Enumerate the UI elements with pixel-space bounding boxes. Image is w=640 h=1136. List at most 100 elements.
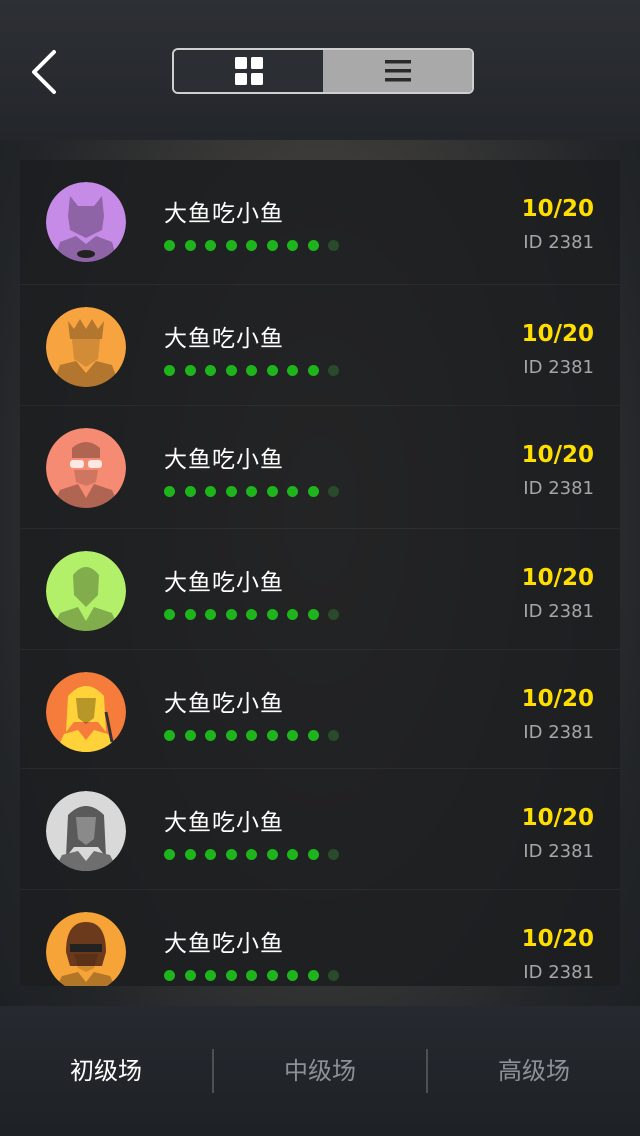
tab-intermediate[interactable]: 中级场 <box>214 1041 426 1101</box>
progress-dot-filled <box>205 849 216 860</box>
list-item[interactable]: 大鱼吃小鱼 10/20 ID 2381 <box>20 890 620 986</box>
progress-dot-filled <box>205 609 216 620</box>
room-id: ID 2381 <box>523 722 594 743</box>
progress-dots <box>164 849 349 860</box>
progress-dots <box>164 730 349 741</box>
player-name: 大鱼吃小鱼 <box>164 691 284 717</box>
progress-dot-filled <box>205 240 216 251</box>
progress-dot-empty <box>328 970 339 981</box>
list-item[interactable]: 大鱼吃小鱼 10/20 ID 2381 <box>20 650 620 769</box>
progress-dot-filled <box>307 730 319 741</box>
list-item[interactable]: 大鱼吃小鱼 10/20 ID 2381 <box>20 285 620 406</box>
progress-dot-filled <box>225 970 237 981</box>
progress-dot-filled <box>225 730 237 741</box>
score: 10/20 <box>521 805 594 831</box>
progress-dot-filled <box>184 849 196 860</box>
progress-dots <box>164 609 349 620</box>
player-name: 大鱼吃小鱼 <box>164 326 284 352</box>
progress-dot-filled <box>307 365 319 376</box>
avatar <box>46 551 126 631</box>
progress-dot-filled <box>287 609 298 620</box>
progress-dot-filled <box>184 609 196 620</box>
progress-dot-empty <box>328 240 339 251</box>
player-list: 大鱼吃小鱼 10/20 ID 2381 大鱼吃小鱼 10/20 ID 2381 大鱼吃小… <box>20 160 620 986</box>
progress-dot-filled <box>205 486 216 497</box>
tab-advanced[interactable]: 高级场 <box>428 1041 640 1101</box>
list-view-button[interactable] <box>323 50 472 92</box>
progress-dot-filled <box>225 486 237 497</box>
top-bar <box>0 0 640 140</box>
progress-dot-empty <box>328 486 339 497</box>
progress-dot-filled <box>246 730 257 741</box>
progress-dot-filled <box>164 486 175 497</box>
score: 10/20 <box>521 686 594 712</box>
progress-dot-filled <box>287 730 298 741</box>
list-item[interactable]: 大鱼吃小鱼 10/20 ID 2381 <box>20 406 620 529</box>
progress-dot-filled <box>266 486 278 497</box>
player-name: 大鱼吃小鱼 <box>164 201 284 227</box>
progress-dot-filled <box>205 970 216 981</box>
progress-dot-filled <box>287 970 298 981</box>
progress-dot-filled <box>246 970 257 981</box>
player-name: 大鱼吃小鱼 <box>164 570 284 596</box>
grid-view-button[interactable] <box>174 50 323 92</box>
list-item[interactable]: 大鱼吃小鱼 10/20 ID 2381 <box>20 160 620 285</box>
progress-dot-filled <box>164 365 175 376</box>
progress-dot-empty <box>328 609 339 620</box>
score: 10/20 <box>521 926 594 952</box>
tab-beginner[interactable]: 初级场 <box>0 1041 212 1101</box>
avatar <box>46 182 126 262</box>
progress-dot-filled <box>225 849 237 860</box>
back-button[interactable] <box>26 48 66 96</box>
room-id: ID 2381 <box>523 357 594 378</box>
room-id: ID 2381 <box>523 841 594 862</box>
progress-dot-filled <box>164 609 175 620</box>
room-id: ID 2381 <box>523 601 594 622</box>
list-item[interactable]: 大鱼吃小鱼 10/20 ID 2381 <box>20 529 620 650</box>
chevron-left-icon <box>32 50 56 94</box>
progress-dot-empty <box>328 365 339 376</box>
score: 10/20 <box>521 196 594 222</box>
progress-dot-filled <box>266 365 278 376</box>
progress-dot-filled <box>287 240 298 251</box>
progress-dot-filled <box>307 486 319 497</box>
progress-dot-filled <box>287 849 298 860</box>
progress-dot-filled <box>246 609 257 620</box>
progress-dot-filled <box>246 486 257 497</box>
score: 10/20 <box>521 442 594 468</box>
avatar <box>46 672 126 752</box>
view-toggle <box>172 48 474 94</box>
avatar <box>46 912 126 986</box>
progress-dot-empty <box>328 849 339 860</box>
player-name: 大鱼吃小鱼 <box>164 810 284 836</box>
score: 10/20 <box>521 321 594 347</box>
grid-icon <box>234 57 263 85</box>
progress-dot-filled <box>184 240 196 251</box>
progress-dots <box>164 365 349 376</box>
progress-dot-filled <box>184 486 196 497</box>
progress-dot-filled <box>184 970 196 981</box>
level-tab-bar: 初级场 中级场 高级场 <box>0 1006 640 1136</box>
progress-dot-filled <box>307 240 319 251</box>
progress-dots <box>164 486 349 497</box>
progress-dot-filled <box>246 849 257 860</box>
progress-dot-filled <box>266 849 278 860</box>
list-icon <box>384 60 411 82</box>
progress-dot-filled <box>184 365 196 376</box>
player-name: 大鱼吃小鱼 <box>164 931 284 957</box>
progress-dot-filled <box>307 609 319 620</box>
progress-dot-filled <box>164 240 175 251</box>
progress-dot-filled <box>287 365 298 376</box>
progress-dot-filled <box>287 486 298 497</box>
progress-dot-filled <box>266 970 278 981</box>
progress-dot-filled <box>225 365 237 376</box>
progress-dot-filled <box>164 730 175 741</box>
player-name: 大鱼吃小鱼 <box>164 447 284 473</box>
avatar <box>46 428 126 508</box>
score: 10/20 <box>521 565 594 591</box>
list-item[interactable]: 大鱼吃小鱼 10/20 ID 2381 <box>20 769 620 890</box>
progress-dot-filled <box>246 240 257 251</box>
progress-dot-filled <box>246 365 257 376</box>
progress-dots <box>164 240 349 251</box>
progress-dot-filled <box>205 730 216 741</box>
